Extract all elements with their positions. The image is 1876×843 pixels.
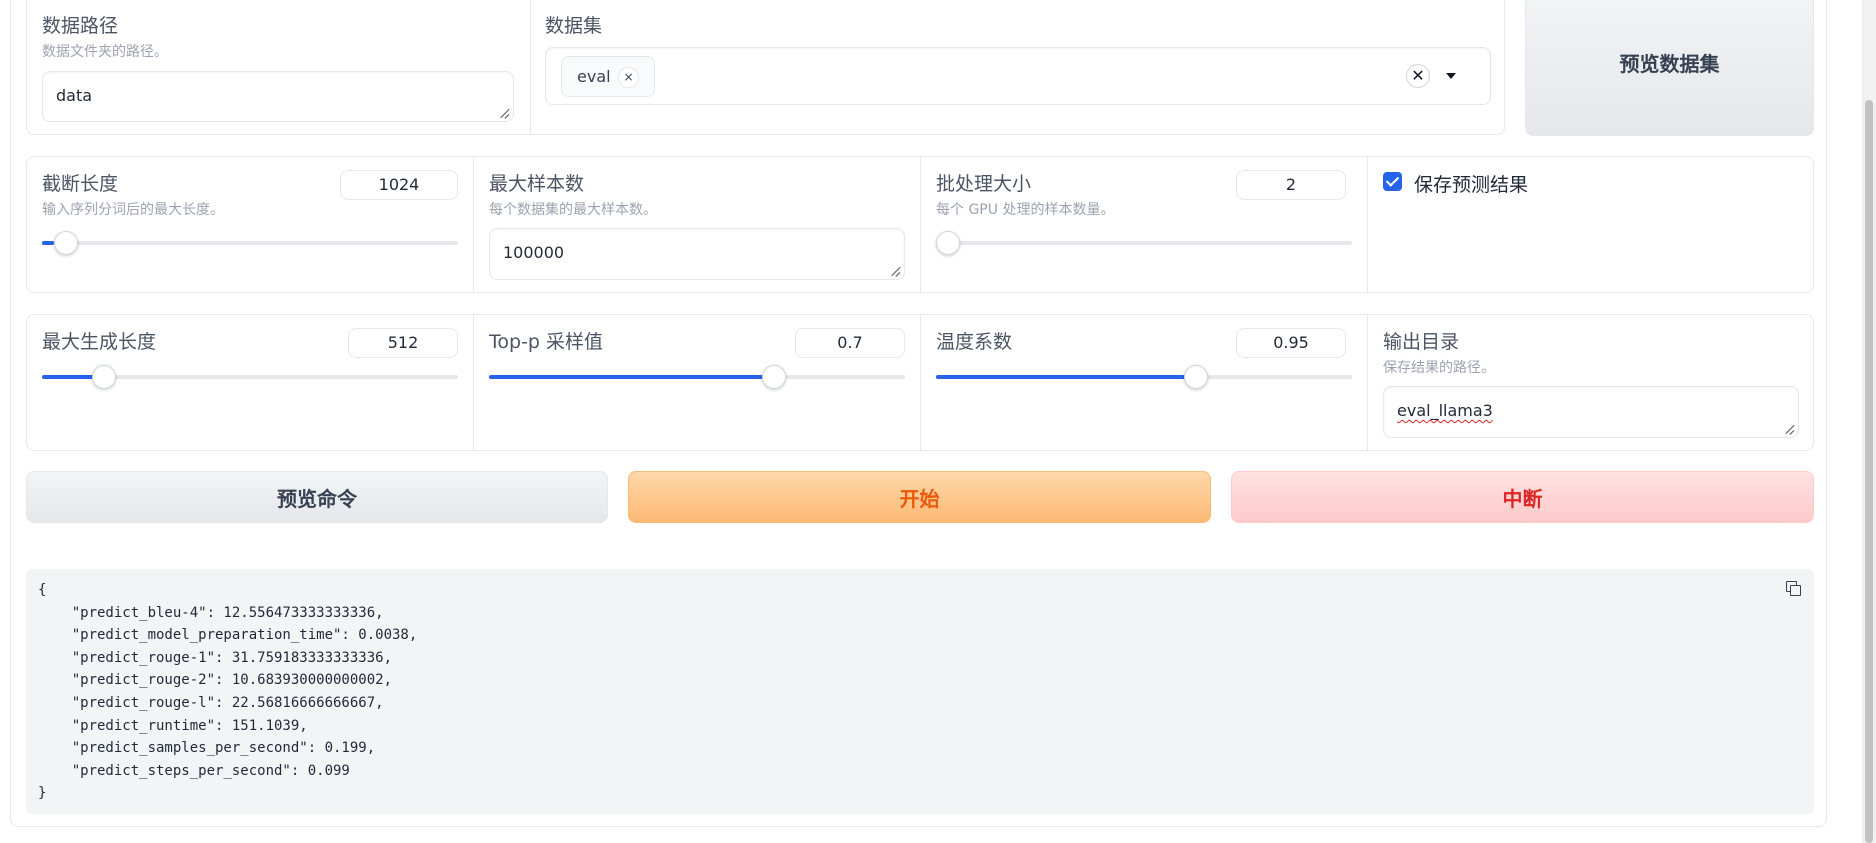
dataset-label: 数据集 (545, 15, 603, 37)
resize-grip-icon[interactable] (891, 266, 901, 276)
max-samples-label: 最大样本数 (489, 173, 585, 195)
batch-size-info: 每个 GPU 处理的样本数量。 (936, 202, 1115, 218)
slider-thumb[interactable] (936, 231, 960, 255)
max-new-tokens-number[interactable]: 512 (348, 328, 458, 358)
code-line: "predict_rouge-l": 22.56816666666667, (38, 694, 384, 711)
chevron-down-icon[interactable] (1446, 73, 1456, 79)
start-button[interactable]: 开始 (628, 471, 1211, 523)
params-group-1: 截断长度 输入序列分词后的最大长度。 1024 最大样本数 每个数据集的最大样本… (26, 156, 1814, 293)
data-path-value: data (56, 86, 93, 105)
max-samples-cell: 最大样本数 每个数据集的最大样本数。 100000 (473, 157, 920, 292)
slider-fill (936, 375, 1196, 379)
max-new-tokens-cell: 最大生成长度 512 (27, 315, 473, 450)
data-path-cell: 数据路径 数据文件夹的路径。 data (27, 0, 530, 134)
max-new-tokens-label: 最大生成长度 (42, 331, 157, 353)
code-line: { (38, 582, 47, 598)
scrollbar-thumb[interactable] (1865, 100, 1873, 843)
resize-grip-icon[interactable] (1785, 424, 1795, 434)
slider-thumb[interactable] (54, 231, 79, 255)
cutoff-len-number[interactable]: 1024 (340, 170, 458, 200)
top-p-number[interactable]: 0.7 (795, 328, 905, 358)
predict-cell: 保存预测结果 (1367, 157, 1813, 292)
code-line: "predict_runtime": 151.1039, (38, 717, 308, 734)
abort-button[interactable]: 中断 (1231, 471, 1814, 523)
slider-fill (42, 241, 55, 245)
slider-thumb[interactable] (1183, 365, 1208, 389)
cutoff-len-slider[interactable] (42, 231, 458, 255)
code-line: "predict_steps_per_second": 0.099 (38, 762, 350, 779)
dataset-cell: 数据集 eval × ✕ (530, 0, 1504, 134)
max-samples-info: 每个数据集的最大样本数。 (489, 202, 657, 218)
batch-size-cell: 批处理大小 每个 GPU 处理的样本数量。 2 (920, 157, 1367, 292)
predict-checkbox[interactable] (1383, 172, 1402, 191)
dataset-group: 数据路径 数据文件夹的路径。 data 数据集 eval × ✕ (26, 0, 1505, 135)
temperature-number[interactable]: 0.95 (1236, 328, 1346, 358)
max-new-tokens-slider[interactable] (42, 365, 458, 389)
output-dir-label: 输出目录 (1383, 331, 1460, 353)
predict-label[interactable]: 保存预测结果 (1414, 170, 1528, 197)
cutoff-len-cell: 截断长度 输入序列分词后的最大长度。 1024 (27, 157, 473, 292)
top-p-cell: Top-p 采样值 0.7 (473, 315, 920, 450)
cutoff-len-label: 截断长度 (42, 173, 119, 195)
code-line: "predict_samples_per_second": 0.199, (38, 740, 376, 757)
dataset-chip: eval × (561, 56, 655, 97)
top-p-label: Top-p 采样值 (489, 331, 604, 353)
top-p-slider[interactable] (489, 365, 905, 389)
code-line: "predict_rouge-1": 31.759183333333336, (38, 649, 393, 666)
max-samples-input[interactable]: 100000 (489, 228, 905, 280)
batch-size-slider[interactable] (936, 231, 1352, 255)
max-samples-value: 100000 (503, 243, 565, 262)
code-line: } (38, 785, 47, 802)
batch-size-number[interactable]: 2 (1236, 170, 1346, 200)
copy-icon[interactable] (1786, 581, 1801, 596)
output-code: { "predict_bleu-4": 12.556473333333336, … (38, 579, 417, 805)
temperature-cell: 温度系数 0.95 (920, 315, 1367, 450)
preview-command-button[interactable]: 预览命令 (26, 471, 608, 523)
batch-size-label: 批处理大小 (936, 173, 1032, 195)
resize-grip-icon[interactable] (500, 108, 510, 118)
output-dir-cell: 输出目录 保存结果的路径。 eval_llama3 (1367, 315, 1813, 450)
preview-dataset-button[interactable]: 预览数据集 (1525, 0, 1814, 136)
slider-track (42, 241, 458, 245)
output-box: { "predict_bleu-4": 12.556473333333336, … (26, 569, 1814, 814)
dataset-dropdown[interactable]: eval × ✕ (545, 47, 1491, 105)
output-dir-input[interactable]: eval_llama3 (1383, 386, 1799, 438)
slider-thumb[interactable] (762, 365, 787, 389)
clear-icon[interactable]: ✕ (1406, 64, 1430, 88)
code-line: "predict_rouge-2": 10.683930000000002, (38, 672, 393, 689)
data-path-label: 数据路径 (42, 15, 119, 37)
code-line: "predict_model_preparation_time": 0.0038… (38, 627, 418, 644)
slider-thumb[interactable] (91, 365, 116, 389)
params-group-2: 最大生成长度 512 Top-p 采样值 0.7 温度系数 0.95 输出目录 … (26, 314, 1814, 451)
dataset-chip-label: eval (577, 67, 611, 86)
slider-track (936, 241, 1352, 245)
output-dir-info: 保存结果的路径。 (1383, 360, 1495, 376)
data-path-info: 数据文件夹的路径。 (42, 44, 168, 60)
data-path-input[interactable]: data (42, 71, 514, 122)
temperature-label: 温度系数 (936, 331, 1013, 353)
code-line: "predict_bleu-4": 12.556473333333336, (38, 604, 384, 621)
temperature-slider[interactable] (936, 365, 1352, 389)
chip-remove-icon[interactable]: × (618, 67, 639, 88)
scrollbar[interactable] (1862, 0, 1876, 843)
slider-fill (489, 375, 775, 379)
output-dir-value: eval_llama3 (1397, 401, 1493, 420)
cutoff-len-info: 输入序列分词后的最大长度。 (42, 202, 224, 218)
